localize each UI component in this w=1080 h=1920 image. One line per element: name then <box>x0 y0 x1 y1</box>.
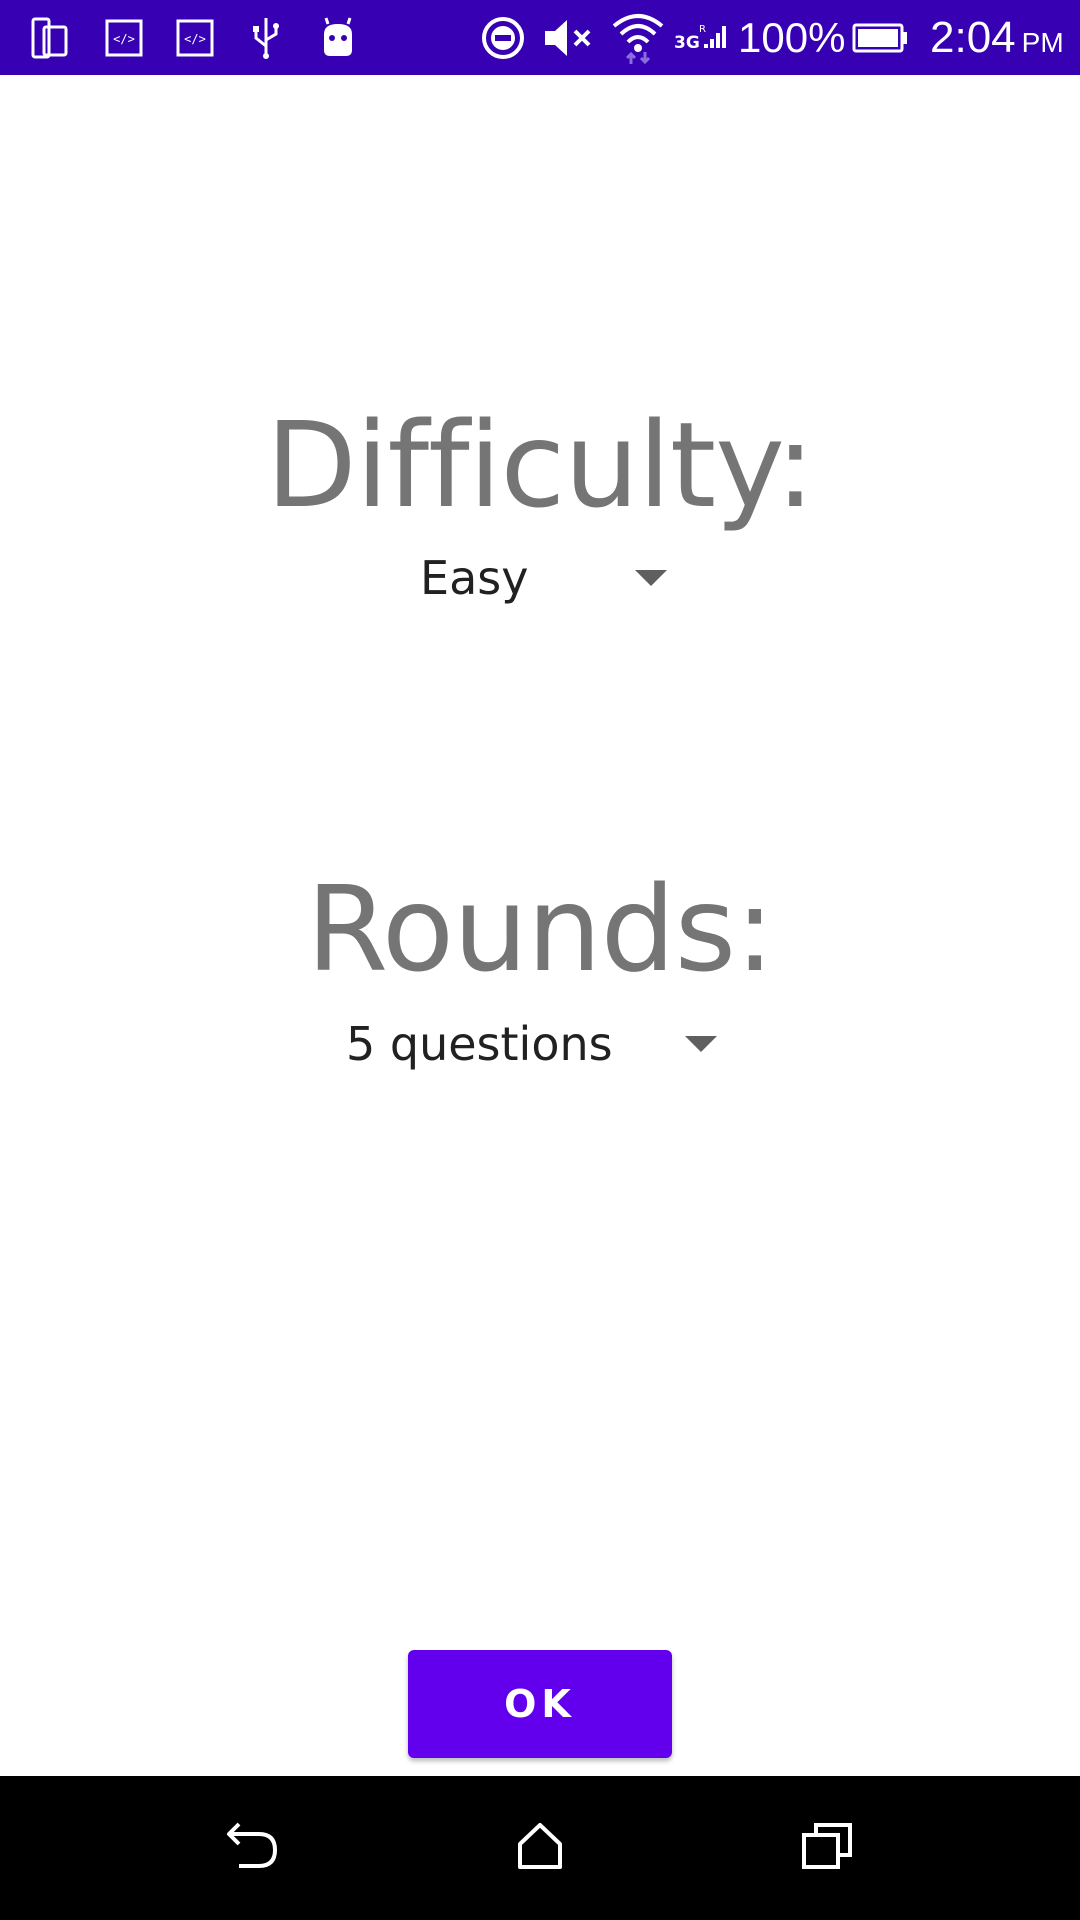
back-icon <box>225 1820 281 1877</box>
rounds-value: 5 questions <box>346 1017 613 1071</box>
difficulty-spinner[interactable]: Easy <box>400 538 680 618</box>
signal-label: 3G <box>674 33 700 53</box>
dnd-icon <box>480 0 526 75</box>
recents-icon <box>800 1821 854 1876</box>
svg-text:</>: </> <box>113 32 135 46</box>
rounds-spinner[interactable]: 5 questions <box>330 1004 730 1084</box>
code-icon: </> <box>102 0 146 75</box>
rounds-label: Rounds: <box>306 860 775 998</box>
wifi-icon <box>610 0 666 75</box>
home-icon <box>514 1820 566 1877</box>
recents-button[interactable] <box>747 1776 907 1920</box>
battery-percent: 100% <box>738 13 846 61</box>
back-button[interactable] <box>173 1776 333 1920</box>
clock-ampm: PM <box>1021 26 1064 58</box>
battery-icon <box>852 0 908 75</box>
status-bar: </> </> 3G R 100% 2:04 PM <box>0 0 1080 75</box>
dropdown-arrow-icon <box>685 1036 717 1052</box>
home-button[interactable] <box>460 1776 620 1920</box>
code-icon: </> <box>173 0 217 75</box>
android-icon <box>316 0 360 75</box>
difficulty-value: Easy <box>420 551 529 605</box>
svg-text:R: R <box>699 24 706 35</box>
ok-button[interactable]: OK <box>408 1650 672 1758</box>
difficulty-label: Difficulty: <box>265 396 815 534</box>
navigation-bar <box>0 1776 1080 1920</box>
dropdown-arrow-icon <box>635 570 667 586</box>
device-icon <box>28 0 72 75</box>
svg-text:</>: </> <box>184 32 206 46</box>
clock-time: 2:04 <box>930 12 1016 62</box>
mute-icon <box>540 0 596 75</box>
clock: 2:04 PM <box>930 0 1064 75</box>
usb-icon <box>244 0 288 75</box>
signal-icon: 3G R <box>672 0 728 75</box>
screen: </> </> 3G R 100% 2:04 PM Difficulty: Ea… <box>0 0 1080 1920</box>
